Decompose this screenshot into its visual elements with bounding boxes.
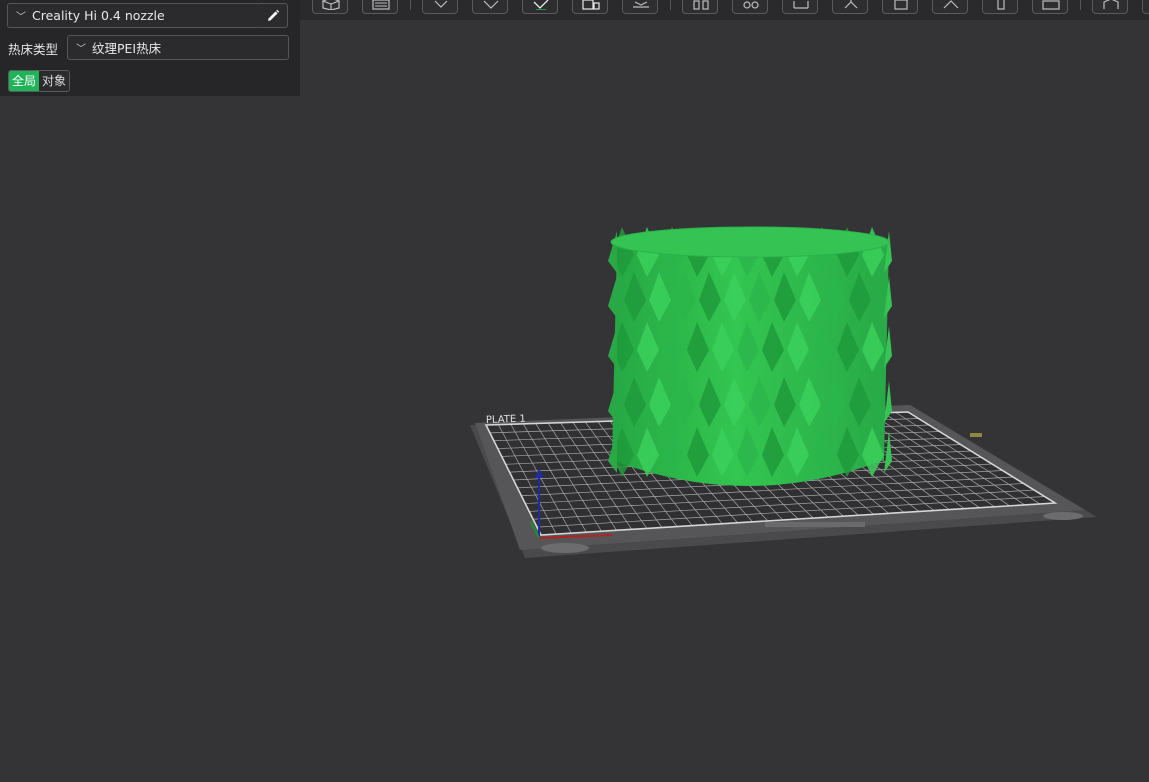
variable-layer-icon[interactable] <box>1092 0 1128 14</box>
split-parts-icon[interactable] <box>732 0 768 14</box>
color-paint-icon[interactable] <box>982 0 1018 14</box>
cut-icon[interactable] <box>832 0 868 14</box>
seam-paint-icon[interactable] <box>932 0 968 14</box>
support-paint-icon[interactable] <box>882 0 918 14</box>
3d-viewport[interactable]: PLATE 1 <box>0 20 1149 782</box>
plate-label: PLATE 1 <box>486 414 526 426</box>
auto-arrange-icon[interactable] <box>522 0 558 14</box>
keyboard-icon[interactable] <box>362 0 398 14</box>
main-toolbar <box>300 0 1149 20</box>
cube-view-icon[interactable] <box>312 0 348 14</box>
layout-icon[interactable] <box>572 0 608 14</box>
model-object[interactable] <box>608 226 892 486</box>
add-object-icon[interactable] <box>422 0 458 14</box>
place-on-face-icon[interactable] <box>622 0 658 14</box>
split-objects-icon[interactable] <box>682 0 718 14</box>
text-icon[interactable] <box>1032 0 1068 14</box>
orient-icon[interactable] <box>472 0 508 14</box>
slicer-app: ﹀ Creality Hi 0.4 nozzle 热床类型 ﹀ 纹理PEI热床 … <box>0 0 1149 782</box>
assembly-icon[interactable] <box>1142 0 1149 14</box>
measure-icon[interactable] <box>782 0 818 14</box>
